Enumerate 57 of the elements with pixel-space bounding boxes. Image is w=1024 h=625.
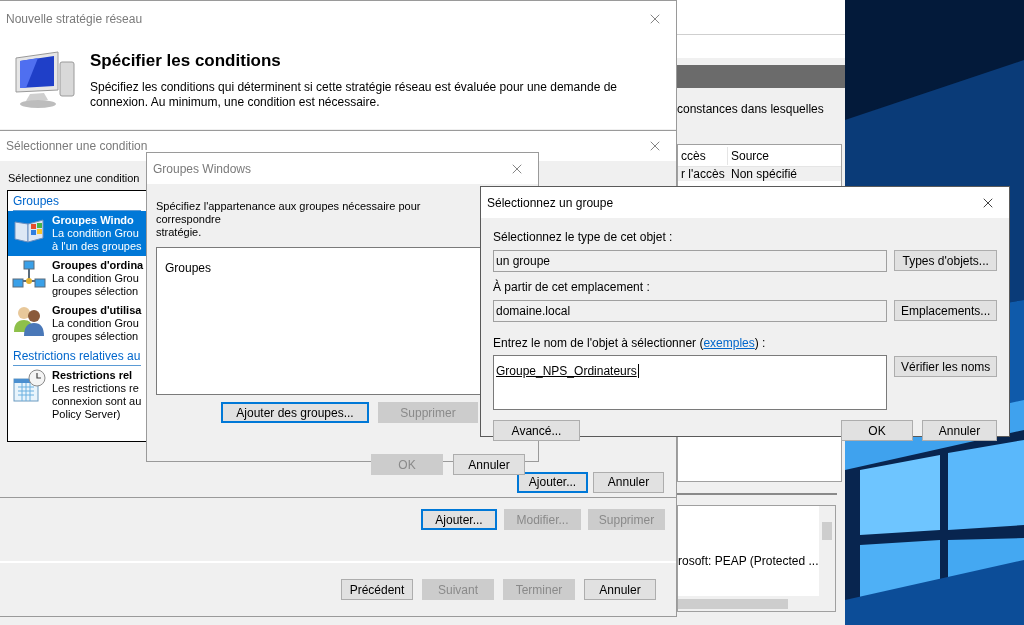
window-title: Nouvelle stratégie réseau xyxy=(6,10,143,28)
dialog-button[interactable]: Ajouter des groupes... xyxy=(221,402,369,423)
dialog-button[interactable]: Avancé... xyxy=(493,420,580,441)
condition-description: connexion sont au xyxy=(52,394,142,408)
list-header: Groupes xyxy=(165,261,212,275)
window-title: Groupes Windows xyxy=(153,160,252,178)
dialog-button[interactable]: Annuler xyxy=(593,471,664,493)
condition-title: Restrictions rel xyxy=(52,368,134,382)
section-header: Groupes xyxy=(13,191,141,211)
table-cell-text: Non spécifié xyxy=(730,167,799,181)
condition-title: Groupes Windo xyxy=(52,213,135,227)
window-title: Sélectionnez un groupe xyxy=(487,194,614,212)
examples-link[interactable]: exemples xyxy=(703,336,755,350)
vertical-scrollbar[interactable] xyxy=(819,506,835,611)
dialog-button[interactable]: Ajouter... xyxy=(517,471,588,493)
condition-description: groupes sélection xyxy=(52,329,140,343)
field-label: Sélectionnez le type de cet objet : xyxy=(493,229,674,246)
page-heading: Spécifier les conditions xyxy=(90,50,282,72)
condition-item[interactable]: Groupes Windo La condition Grou à l'un des groupes xyxy=(8,210,146,256)
condition-description: à l'un des groupes xyxy=(52,239,142,253)
dialog-button[interactable]: Annuler xyxy=(584,579,656,600)
condition-title: Groupes d'ordina xyxy=(52,258,144,272)
readonly-field[interactable]: un groupe xyxy=(493,250,888,272)
page-description: Spécifiez les conditions qui déterminent si cette stratégie réseau est évaluée pour une demande de connexion. Au minimum, une condition est nécessaire. xyxy=(90,79,618,110)
dialog-button[interactable]: Vérifier les noms xyxy=(894,356,997,377)
dialog-button[interactable]: Annuler xyxy=(922,420,997,441)
condition-description: Les restrictions re xyxy=(52,381,140,395)
dialog-button[interactable]: Annuler xyxy=(453,454,525,475)
column-header[interactable]: ccès xyxy=(678,146,728,165)
description-text: stratégie. xyxy=(156,226,203,239)
table-cell-text: r l'accès xyxy=(680,167,726,181)
field-label: À partir de cet emplacement : xyxy=(493,278,651,296)
condition-description: La condition Grou xyxy=(52,226,140,240)
monitor-icon xyxy=(12,48,78,110)
object-name-input[interactable]: Groupe_NPS_Ordinateurs xyxy=(493,355,888,410)
readonly-field[interactable]: domaine.local xyxy=(493,300,888,322)
dialog-button[interactable]: Emplacements... xyxy=(894,300,997,321)
condition-description: groupes sélection xyxy=(52,284,140,298)
details-text: rosoft: PEAP (Protected ... xyxy=(678,553,819,570)
condition-title: Groupes d'utilisa xyxy=(52,303,142,317)
condition-description: La condition Grou xyxy=(52,271,140,285)
condition-item[interactable]: Restrictions rel Les restrictions re connexion sont au Policy Server) xyxy=(8,365,146,424)
description-text: constances dans lesquelles xyxy=(677,101,825,118)
dialog-button[interactable]: Ajouter... xyxy=(421,509,497,530)
calendar-clock-icon xyxy=(12,368,46,403)
condition-description: La condition Grou xyxy=(52,316,140,330)
condition-description: Policy Server) xyxy=(52,407,122,421)
dialog-button[interactable]: Types d'objets... xyxy=(894,250,997,271)
dialog-button[interactable]: Précédent xyxy=(341,579,413,600)
condition-item[interactable]: Groupes d'utilisa La condition Grou groupes sélection xyxy=(8,300,146,346)
section-header: Restrictions relatives au xyxy=(13,346,141,366)
field-label: Entrez le nom de l'objet à sélectionner (exemples) : xyxy=(493,335,767,352)
column-header[interactable]: Source xyxy=(728,146,773,165)
horizontal-scrollbar[interactable] xyxy=(678,596,819,611)
window-title: Sélectionner une condition xyxy=(6,138,148,155)
dialog-button[interactable]: OK xyxy=(841,420,913,441)
condition-item[interactable]: Groupes d'ordina La condition Grou groupes sélection xyxy=(8,255,146,301)
